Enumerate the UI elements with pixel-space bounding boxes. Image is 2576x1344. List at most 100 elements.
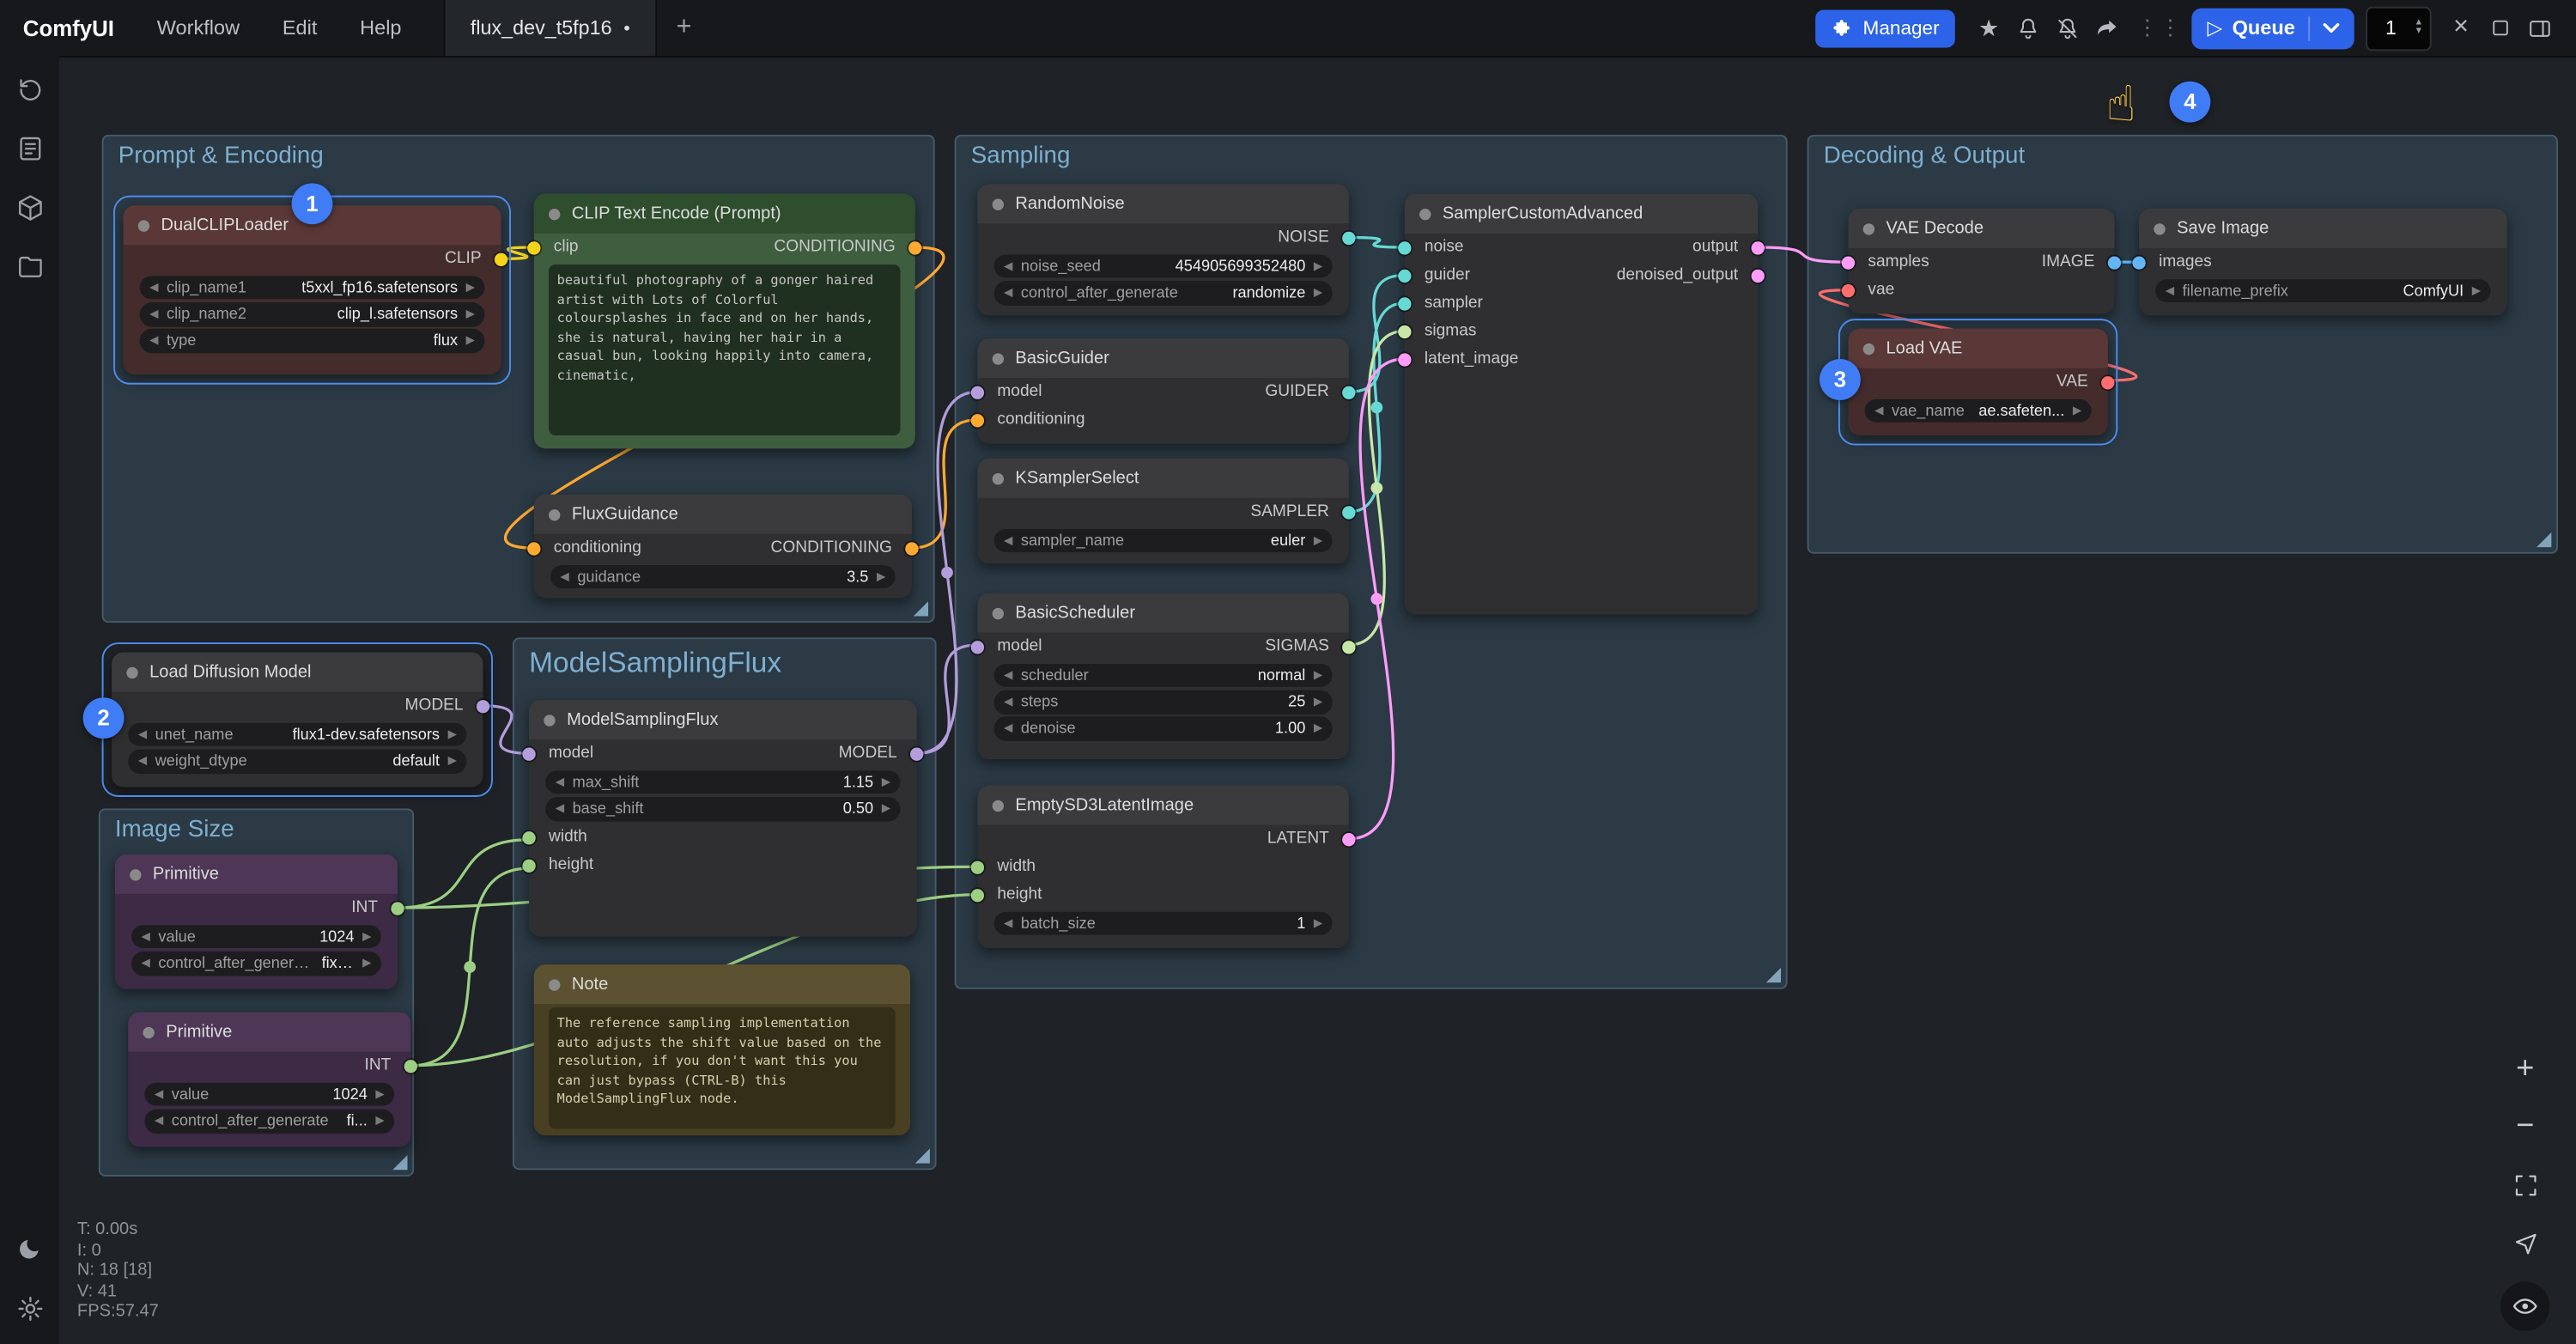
panel-toggle-icon[interactable] (2520, 9, 2560, 48)
widget-arrow-right-icon[interactable]: ▶ (375, 1116, 384, 1127)
widget-max-shift[interactable]: ◀max_shift1.15▶ (545, 770, 900, 794)
widget-arrow-left-icon[interactable]: ◀ (138, 729, 147, 740)
widget-arrow-right-icon[interactable]: ▶ (877, 571, 885, 582)
widget-control-after-generate[interactable]: ◀control_after_generatefi...▶ (144, 1110, 394, 1134)
zoom-out-button[interactable]: − (2507, 1109, 2543, 1145)
input-slot-sampler[interactable] (1398, 296, 1411, 309)
widget-vae-name[interactable]: ◀vae_nameae.safeten...▶ (1865, 399, 2092, 423)
collapse-dot[interactable] (138, 219, 149, 230)
widget-sampler-name[interactable]: ◀sampler_nameeuler▶ (994, 529, 1333, 553)
widget-value[interactable]: ◀value1024▶ (131, 925, 381, 949)
output-slot-noise[interactable] (1342, 231, 1355, 244)
output-slot-int[interactable] (391, 901, 404, 914)
collapse-dot[interactable] (549, 508, 560, 520)
queue-button[interactable]: ▷ Queue (2192, 8, 2354, 49)
widget-arrow-left-icon[interactable]: ◀ (556, 803, 564, 814)
text-widget[interactable]: The reference sampling implementation au… (549, 1007, 896, 1129)
new-tab-button[interactable]: + (657, 13, 712, 42)
output-slot-conditioning[interactable] (905, 541, 918, 554)
collapse-dot[interactable] (993, 607, 1004, 618)
widget-scheduler[interactable]: ◀schedulernormal▶ (994, 664, 1333, 688)
node-load-vae[interactable]: Load VAEVAE◀vae_nameae.safeten...▶ (1848, 329, 2107, 435)
link-visibility-button[interactable] (2500, 1281, 2549, 1330)
widget-arrow-right-icon[interactable]: ▶ (1314, 918, 1322, 929)
star-icon[interactable]: ★ (1969, 9, 2008, 48)
input-slot-sigmas[interactable] (1398, 325, 1411, 338)
node-note[interactable]: NoteThe reference sampling implementatio… (534, 964, 910, 1135)
widget-arrow-left-icon[interactable]: ◀ (149, 336, 158, 347)
node-vae-decode[interactable]: VAE DecodesamplesIMAGEvae (1848, 209, 2114, 313)
collapse-dot[interactable] (549, 208, 560, 219)
widget-arrow-right-icon[interactable]: ▶ (362, 958, 371, 969)
widget-arrow-right-icon[interactable]: ▶ (1314, 260, 1322, 271)
collapse-dot[interactable] (1863, 343, 1874, 354)
widget-arrow-left-icon[interactable]: ◀ (149, 282, 158, 293)
input-slot-latent-image[interactable] (1398, 352, 1411, 365)
bell-off-icon[interactable] (2048, 9, 2087, 48)
app-logo[interactable]: ComfyUI (0, 15, 136, 40)
input-slot-height[interactable] (522, 859, 535, 872)
fit-view-button[interactable] (2507, 1166, 2543, 1202)
widget-arrow-left-icon[interactable]: ◀ (149, 308, 158, 319)
collapse-dot[interactable] (1419, 208, 1431, 219)
node-fluxguidance[interactable]: FluxGuidanceconditioningCONDITIONING◀gui… (534, 495, 912, 599)
zoom-in-button[interactable]: + (2507, 1052, 2543, 1088)
collapse-dot[interactable] (993, 352, 1004, 363)
drag-grip[interactable]: ⋮⋮ (2136, 15, 2183, 41)
text-widget[interactable]: beautiful photography of a gonger haired… (549, 265, 900, 435)
model-library-button[interactable] (13, 191, 46, 223)
spinner-carets[interactable]: ▲▼ (2415, 20, 2430, 36)
output-slot-image[interactable] (2108, 256, 2121, 269)
stop-icon[interactable] (2481, 9, 2520, 48)
batch-count-spinner[interactable]: 1 ▲▼ (2366, 6, 2432, 51)
widget-arrow-left-icon[interactable]: ◀ (1004, 918, 1012, 929)
widget-arrow-right-icon[interactable]: ▶ (1314, 288, 1322, 299)
input-slot-width[interactable] (971, 861, 984, 873)
output-slot-model[interactable] (910, 747, 923, 760)
output-slot-denoised-output[interactable] (1752, 269, 1765, 282)
widget-weight-dtype[interactable]: ◀weight_dtypedefault▶ (128, 750, 466, 774)
widget-arrow-right-icon[interactable]: ▶ (1314, 696, 1322, 708)
output-slot-model[interactable] (477, 699, 489, 712)
widget-arrow-right-icon[interactable]: ▶ (882, 776, 890, 788)
widget-arrow-left-icon[interactable]: ◀ (1004, 723, 1012, 734)
node-clip-text-encode-prompt[interactable]: CLIP Text Encode (Prompt)clipCONDITIONIN… (534, 194, 915, 449)
theme-toggle-button[interactable] (13, 1232, 46, 1265)
output-slot-conditioning[interactable] (908, 240, 921, 253)
node-save-image[interactable]: Save Imageimages◀filename_prefixComfyUI▶ (2139, 209, 2507, 315)
widget-clip-name2[interactable]: ◀clip_name2clip_l.safetensors▶ (140, 302, 485, 326)
widget-arrow-right-icon[interactable]: ▶ (448, 729, 457, 740)
widget-arrow-left-icon[interactable]: ◀ (142, 931, 150, 942)
graph-canvas[interactable]: Prompt & EncodingSamplingDecoding & Outp… (0, 0, 2576, 1344)
chevron-down-icon[interactable] (2323, 22, 2339, 33)
node-basicscheduler[interactable]: BasicSchedulermodelSIGMAS◀schedulernorma… (977, 593, 1348, 759)
widget-unet-name[interactable]: ◀unet_nameflux1-dev.safetensors▶ (128, 722, 466, 746)
widget-arrow-right-icon[interactable]: ▶ (375, 1089, 384, 1100)
input-slot-vae[interactable] (1842, 283, 1855, 296)
collapse-dot[interactable] (993, 472, 1004, 483)
input-slot-conditioning[interactable] (971, 413, 984, 426)
widget-control-after-generate[interactable]: ◀control_after_generatefixed▶ (131, 952, 381, 976)
manager-button[interactable]: Manager (1815, 9, 1956, 47)
widget-base-shift[interactable]: ◀base_shift0.50▶ (545, 797, 900, 821)
output-slot-latent[interactable] (1342, 832, 1355, 845)
input-slot-width[interactable] (522, 831, 535, 844)
node-randomnoise[interactable]: RandomNoiseNOISE◀noise_seed4549056993524… (977, 184, 1348, 315)
output-slot-clip[interactable] (495, 252, 507, 265)
collapse-dot[interactable] (544, 714, 555, 725)
collapse-dot[interactable] (143, 1026, 154, 1037)
output-slot-int[interactable] (404, 1059, 417, 1072)
widget-control-after-generate[interactable]: ◀control_after_generaterandomize▶ (994, 281, 1333, 305)
widget-arrow-right-icon[interactable]: ▶ (882, 803, 890, 814)
node-primitive[interactable]: PrimitiveINT◀value1024▶◀control_after_ge… (115, 854, 398, 989)
node-load-diffusion-model[interactable]: Load Diffusion ModelMODEL◀unet_nameflux1… (112, 653, 483, 788)
navigate-button[interactable] (2507, 1224, 2543, 1260)
widget-arrow-left-icon[interactable]: ◀ (142, 958, 150, 969)
input-slot-images[interactable] (2132, 256, 2145, 269)
widget-arrow-left-icon[interactable]: ◀ (560, 571, 568, 582)
node-dualcliploader[interactable]: DualCLIPLoaderCLIP◀clip_name1t5xxl_fp16.… (123, 205, 501, 374)
collapse-dot[interactable] (1863, 222, 1874, 234)
input-slot-samples[interactable] (1842, 256, 1855, 269)
collapse-dot[interactable] (2154, 222, 2165, 234)
share-icon[interactable] (2087, 9, 2127, 48)
